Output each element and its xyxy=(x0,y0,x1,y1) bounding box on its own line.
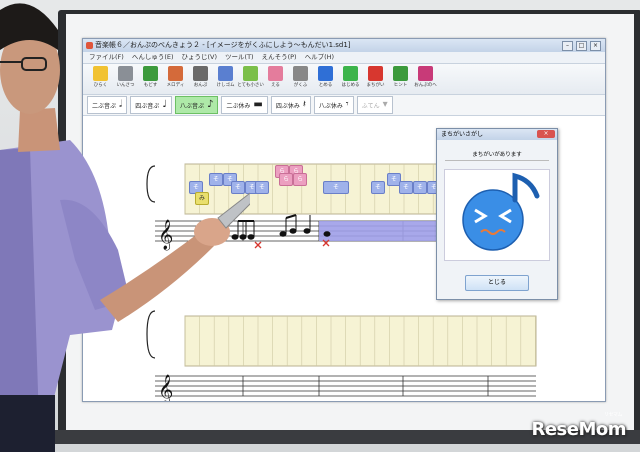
dialog-titlebar: まちがいさがし × xyxy=(437,129,557,140)
note-button-4[interactable]: 四ぶ休み 𝄽 xyxy=(270,96,311,114)
menu-play[interactable]: えんそう(P) xyxy=(262,52,297,63)
toolbar-button-score[interactable]: がくふ xyxy=(289,64,312,94)
toolbar-button-notes-book[interactable]: おんぷのへ xyxy=(414,64,437,94)
window-controls: – □ × xyxy=(562,41,601,51)
note-glyph-icon: ▾ xyxy=(382,99,388,110)
stop-icon xyxy=(318,66,333,81)
toolbar-button-stop[interactable]: とめる xyxy=(314,64,337,94)
pitch-block[interactable]: そ xyxy=(323,181,349,194)
note-button-label: ふてん xyxy=(361,102,380,110)
check-icon xyxy=(368,66,383,81)
toolbar-label: がくふ xyxy=(293,83,308,88)
pitch-block[interactable]: そ xyxy=(399,181,413,194)
note-button-label: 四ぶ休み xyxy=(275,102,300,110)
teacher-photo xyxy=(0,3,250,452)
watermark-brand: ReseMom xyxy=(531,419,626,440)
menu-help[interactable]: ヘルプ(H) xyxy=(305,52,334,63)
playback-highlight xyxy=(319,221,439,241)
watermark-ruby: リセマム xyxy=(603,412,623,418)
toolbar-label: ヒント xyxy=(393,83,408,88)
toolbar-label: える xyxy=(271,83,280,88)
toolbar-button-hand[interactable]: える xyxy=(264,64,287,94)
pitch-block[interactable]: ら xyxy=(293,173,307,186)
toolbar-button-play[interactable]: はじめる xyxy=(339,64,362,94)
crying-note-character-icon xyxy=(462,172,540,251)
toolbar-label: まちがい xyxy=(366,83,385,88)
note-glyph-icon: ▬ xyxy=(253,99,263,110)
score-icon xyxy=(293,66,308,81)
play-icon xyxy=(343,66,358,81)
pitch-block[interactable]: そ xyxy=(371,181,385,194)
maximize-button[interactable]: □ xyxy=(576,41,587,51)
character-panel xyxy=(444,169,550,261)
toolbar-button-hint[interactable]: ヒント xyxy=(389,64,412,94)
hand-icon xyxy=(268,66,283,81)
dialog-title: まちがいさがし xyxy=(441,131,484,138)
note-glyph-icon: 𝄽 xyxy=(302,99,306,110)
dialog-message: まちがいがあります xyxy=(445,150,549,161)
minimize-button[interactable]: – xyxy=(562,41,573,51)
note-button-label: 八ぶ休み xyxy=(318,102,343,110)
note-button-6[interactable]: ふてん ▾ xyxy=(356,96,393,114)
watermark-logo: リセマム ReseMom xyxy=(531,412,626,440)
dialog-close-icon[interactable]: × xyxy=(537,130,555,138)
dialog-close-button[interactable]: とじる xyxy=(465,275,529,291)
mistake-dialog: まちがいさがし × まちがいがあります とじる xyxy=(436,128,558,300)
pitch-block[interactable]: そ xyxy=(255,181,269,194)
note-glyph-icon: 𝄾 xyxy=(345,99,349,110)
toolbar-label: はじめる xyxy=(341,83,360,88)
hint-icon xyxy=(393,66,408,81)
pitch-block[interactable]: ら xyxy=(279,173,293,186)
note-button-5[interactable]: 八ぶ休み 𝄾 xyxy=(313,96,354,114)
pitch-block[interactable]: そ xyxy=(413,181,427,194)
toolbar-label: おんぷのへ xyxy=(414,83,437,88)
toolbar-button-check[interactable]: まちがい xyxy=(364,64,387,94)
toolbar-label: とめる xyxy=(318,83,333,88)
notes-book-icon xyxy=(418,66,433,81)
close-button[interactable]: × xyxy=(590,41,601,51)
